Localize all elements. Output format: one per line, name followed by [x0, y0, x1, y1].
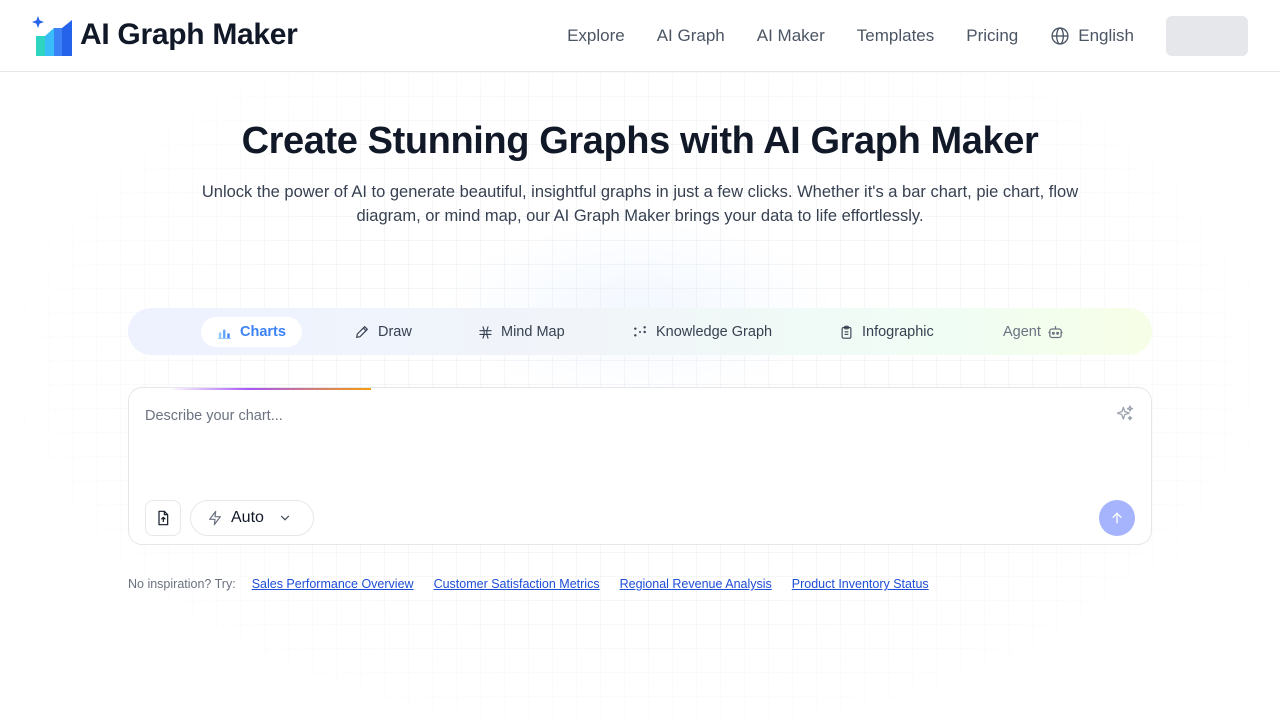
upload-file-button[interactable] [145, 500, 181, 536]
chevron-down-icon [280, 515, 290, 521]
mind-map-icon [479, 325, 492, 339]
prompt-editor: Auto [128, 387, 1152, 545]
page-subtitle: Unlock the power of AI to generate beaut… [201, 183, 1079, 225]
tab-infographic-label: Infographic [862, 324, 934, 340]
robot-icon [1048, 325, 1063, 338]
tab-mind-map-label: Mind Map [501, 324, 565, 340]
suggestion-link[interactable]: Customer Satisfaction Metrics [434, 577, 600, 591]
nav-templates[interactable]: Templates [857, 22, 934, 50]
nav-ai-graph[interactable]: AI Graph [657, 22, 725, 50]
tab-agent[interactable]: Agent [987, 317, 1080, 347]
knowledge-graph-icon [634, 326, 646, 337]
tab-charts-label: Charts [240, 324, 286, 340]
suggestions-lead: No inspiration? Try: [128, 577, 236, 591]
file-upload-icon [158, 510, 169, 526]
tab-charts[interactable]: Charts [201, 317, 302, 347]
tab-draw[interactable]: Draw [338, 317, 428, 347]
sparkle-icon[interactable] [1115, 404, 1135, 424]
main-nav: Explore AI Graph AI Maker Templates Pric… [535, 22, 1134, 50]
mode-dropdown-value: Auto [231, 509, 264, 526]
page-title: Create Stunning Graphs with AI Graph Mak… [241, 120, 1039, 162]
prompt-input[interactable] [145, 404, 1085, 428]
tab-infographic[interactable]: Infographic [823, 317, 950, 347]
mode-dropdown[interactable]: Auto [190, 500, 314, 536]
tab-mind-map[interactable]: Mind Map [462, 317, 581, 347]
logo[interactable]: AI Graph Maker [32, 14, 298, 56]
mode-tabs: Charts Draw Mind Map Knowledge Graph Inf… [128, 308, 1152, 355]
nav-ai-maker[interactable]: AI Maker [757, 22, 825, 50]
nav-explore[interactable]: Explore [567, 22, 625, 50]
tab-agent-label: Agent [1003, 324, 1041, 340]
suggestion-link[interactable]: Product Inventory Status [792, 577, 929, 591]
tab-draw-label: Draw [378, 324, 412, 340]
send-button[interactable] [1099, 500, 1135, 536]
clipboard-icon [841, 325, 852, 339]
pencil-icon [356, 326, 368, 338]
globe-icon [1051, 27, 1069, 45]
tab-knowledge-graph-label: Knowledge Graph [656, 324, 773, 340]
top-header: AI Graph Maker Explore AI Graph AI Maker… [0, 0, 1280, 72]
arrow-up-icon [1112, 512, 1122, 524]
nav-pricing[interactable]: Pricing [966, 22, 1018, 50]
editor-accent-bar [169, 388, 371, 390]
language-label: English [1078, 26, 1134, 45]
account-button-placeholder[interactable] [1166, 16, 1248, 56]
tab-knowledge-graph[interactable]: Knowledge Graph [616, 317, 788, 347]
suggestions: No inspiration? Try: Sales Performance O… [128, 577, 949, 591]
logo-icon [32, 14, 74, 56]
suggestion-link[interactable]: Regional Revenue Analysis [620, 577, 772, 591]
language-switcher[interactable]: English [1050, 26, 1134, 46]
suggestion-link[interactable]: Sales Performance Overview [252, 577, 414, 591]
bar-chart-icon [217, 329, 232, 339]
lightning-icon [209, 510, 221, 526]
logo-text: AI Graph Maker [80, 18, 298, 51]
